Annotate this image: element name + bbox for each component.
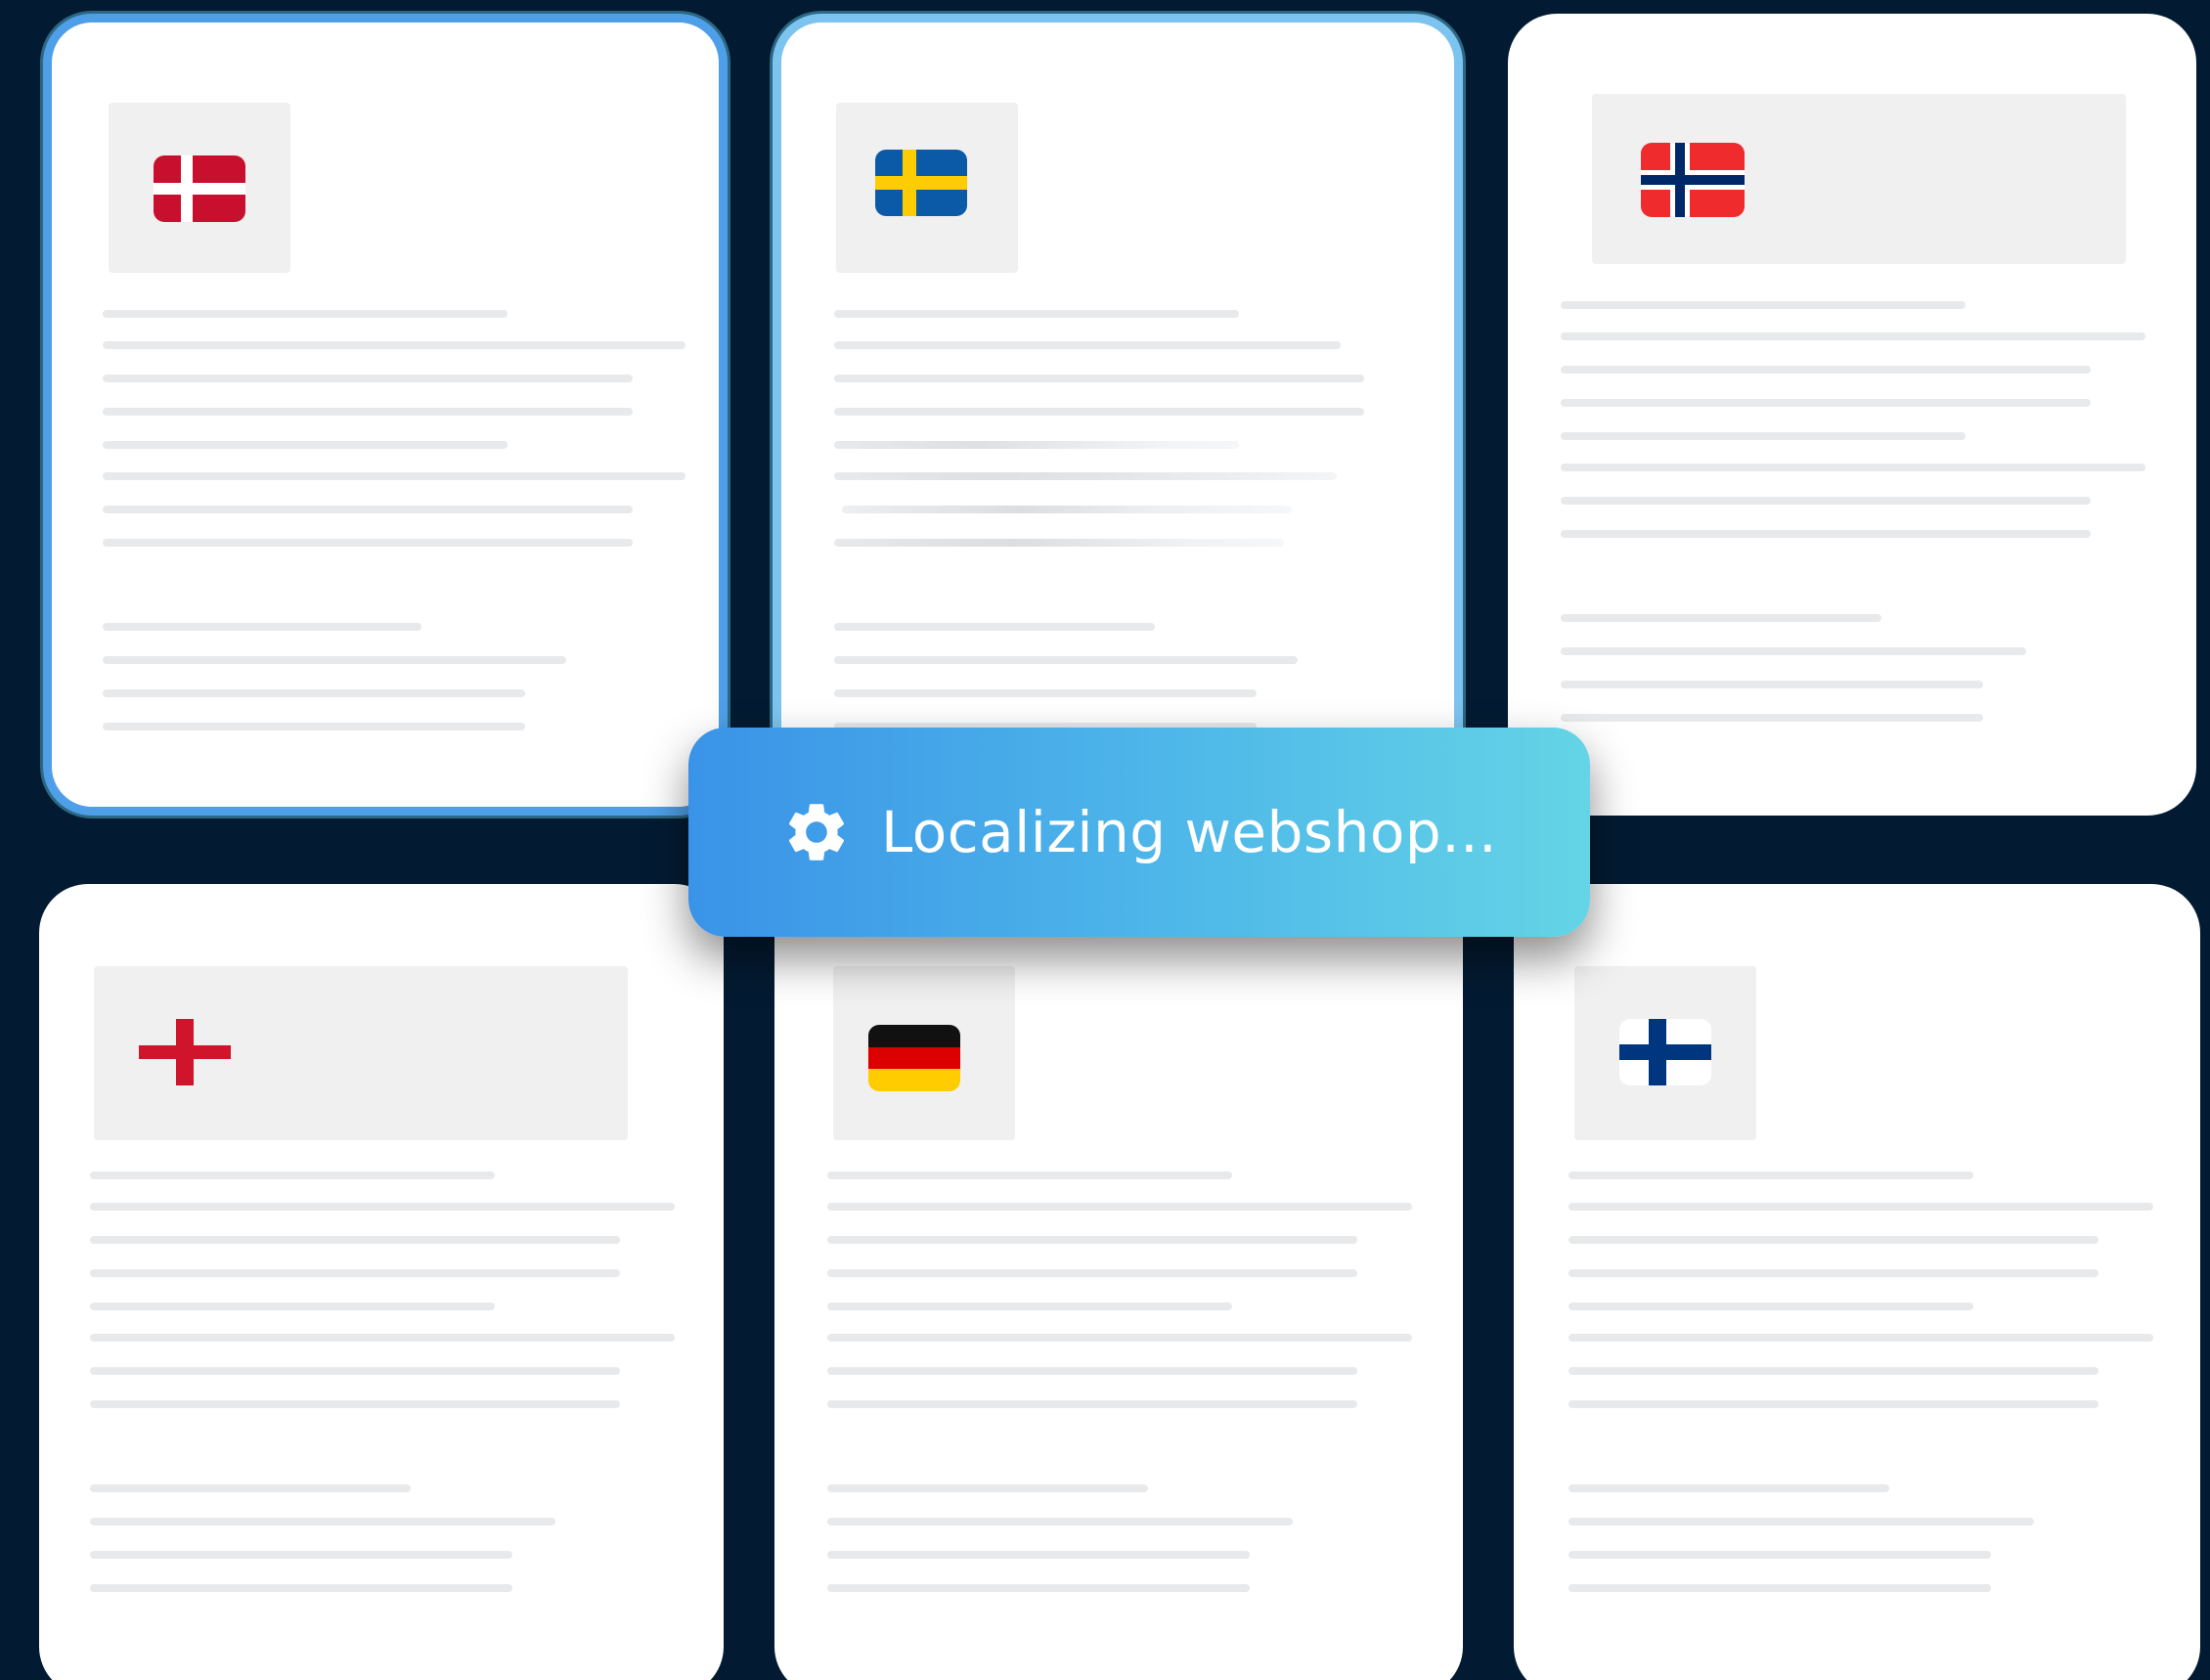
text-placeholder xyxy=(1569,1400,2099,1408)
text-placeholder xyxy=(90,1584,512,1592)
text-placeholder xyxy=(103,723,525,730)
text-placeholder xyxy=(90,1518,555,1525)
text-placeholder xyxy=(1561,332,2145,340)
text-placeholder xyxy=(1569,1484,1889,1492)
page-card-england[interactable] xyxy=(39,884,724,1680)
text-placeholder xyxy=(1569,1584,1991,1592)
flag-container xyxy=(1574,966,1756,1140)
text-placeholder xyxy=(1561,301,1966,309)
flag-container xyxy=(109,103,290,273)
text-placeholder xyxy=(827,1400,1357,1408)
text-placeholder xyxy=(827,1584,1250,1592)
text-placeholder xyxy=(90,1367,620,1375)
text-placeholder xyxy=(1569,1334,2153,1342)
text-placeholder xyxy=(827,1269,1357,1277)
status-text: Localizing webshop... xyxy=(880,799,1498,865)
localization-preview: Localizing webshop... xyxy=(0,0,2210,1680)
text-placeholder xyxy=(834,656,1298,664)
text-placeholder xyxy=(834,472,1337,480)
text-placeholder xyxy=(1561,497,2091,505)
flag-denmark-icon xyxy=(154,155,245,222)
text-placeholder xyxy=(1561,366,2091,374)
flag-england-icon xyxy=(139,1019,231,1085)
text-placeholder xyxy=(827,1551,1250,1559)
text-placeholder xyxy=(1561,614,1881,622)
text-placeholder xyxy=(827,1484,1148,1492)
text-placeholder xyxy=(1569,1303,1973,1310)
text-placeholder xyxy=(827,1518,1293,1525)
text-placeholder xyxy=(1561,530,2091,538)
text-placeholder xyxy=(834,408,1364,416)
text-placeholder xyxy=(1569,1172,1973,1179)
flag-sweden-icon xyxy=(875,150,967,216)
text-placeholder xyxy=(90,1303,495,1310)
page-card-denmark[interactable] xyxy=(43,14,728,816)
text-placeholder xyxy=(1561,681,1983,688)
status-badge: Localizing webshop... xyxy=(688,728,1590,937)
text-placeholder xyxy=(1561,432,1966,440)
text-placeholder xyxy=(90,1334,675,1342)
text-placeholder xyxy=(1569,1236,2099,1244)
flag-container xyxy=(833,966,1015,1140)
text-placeholder xyxy=(90,1172,495,1179)
text-placeholder xyxy=(834,310,1239,318)
text-placeholder xyxy=(1561,714,1983,722)
text-placeholder xyxy=(834,341,1341,349)
flag-container xyxy=(1592,94,2126,264)
text-placeholder xyxy=(103,539,633,547)
text-placeholder xyxy=(827,1236,1357,1244)
text-placeholder xyxy=(827,1303,1232,1310)
page-card-norway[interactable] xyxy=(1508,14,2196,816)
text-placeholder xyxy=(103,506,633,513)
text-placeholder xyxy=(1561,399,2091,407)
text-placeholder xyxy=(1569,1367,2099,1375)
text-placeholder xyxy=(834,689,1257,697)
text-placeholder xyxy=(842,506,1292,513)
text-placeholder xyxy=(1561,647,2026,655)
text-placeholder xyxy=(827,1367,1357,1375)
text-placeholder xyxy=(103,689,525,697)
flag-germany-icon xyxy=(868,1025,960,1091)
text-placeholder xyxy=(834,441,1239,449)
text-placeholder xyxy=(1569,1203,2153,1211)
text-placeholder xyxy=(103,623,421,631)
text-placeholder xyxy=(103,341,685,349)
text-placeholder xyxy=(1569,1551,1991,1559)
text-placeholder xyxy=(1569,1269,2099,1277)
text-placeholder xyxy=(834,539,1284,547)
text-placeholder xyxy=(103,472,685,480)
flag-container xyxy=(94,966,628,1140)
text-placeholder xyxy=(90,1551,512,1559)
text-placeholder xyxy=(834,623,1155,631)
text-placeholder xyxy=(827,1334,1412,1342)
text-placeholder xyxy=(103,656,566,664)
text-placeholder xyxy=(1569,1518,2034,1525)
flag-norway-icon xyxy=(1641,143,1745,217)
page-card-sweden[interactable] xyxy=(773,14,1463,816)
gear-icon xyxy=(788,804,844,861)
text-placeholder xyxy=(103,441,508,449)
page-card-finland[interactable] xyxy=(1514,884,2200,1680)
text-placeholder xyxy=(1561,464,2145,471)
text-placeholder xyxy=(90,1269,620,1277)
text-placeholder xyxy=(103,310,508,318)
text-placeholder xyxy=(827,1203,1412,1211)
page-card-germany[interactable] xyxy=(774,884,1463,1680)
text-placeholder xyxy=(90,1484,411,1492)
flag-container xyxy=(836,103,1018,273)
text-placeholder xyxy=(827,1172,1232,1179)
text-placeholder xyxy=(103,375,633,382)
text-placeholder xyxy=(90,1203,675,1211)
text-placeholder xyxy=(103,408,633,416)
text-placeholder xyxy=(834,375,1364,382)
text-placeholder xyxy=(90,1400,620,1408)
text-placeholder xyxy=(90,1236,620,1244)
flag-finland-icon xyxy=(1619,1019,1711,1085)
